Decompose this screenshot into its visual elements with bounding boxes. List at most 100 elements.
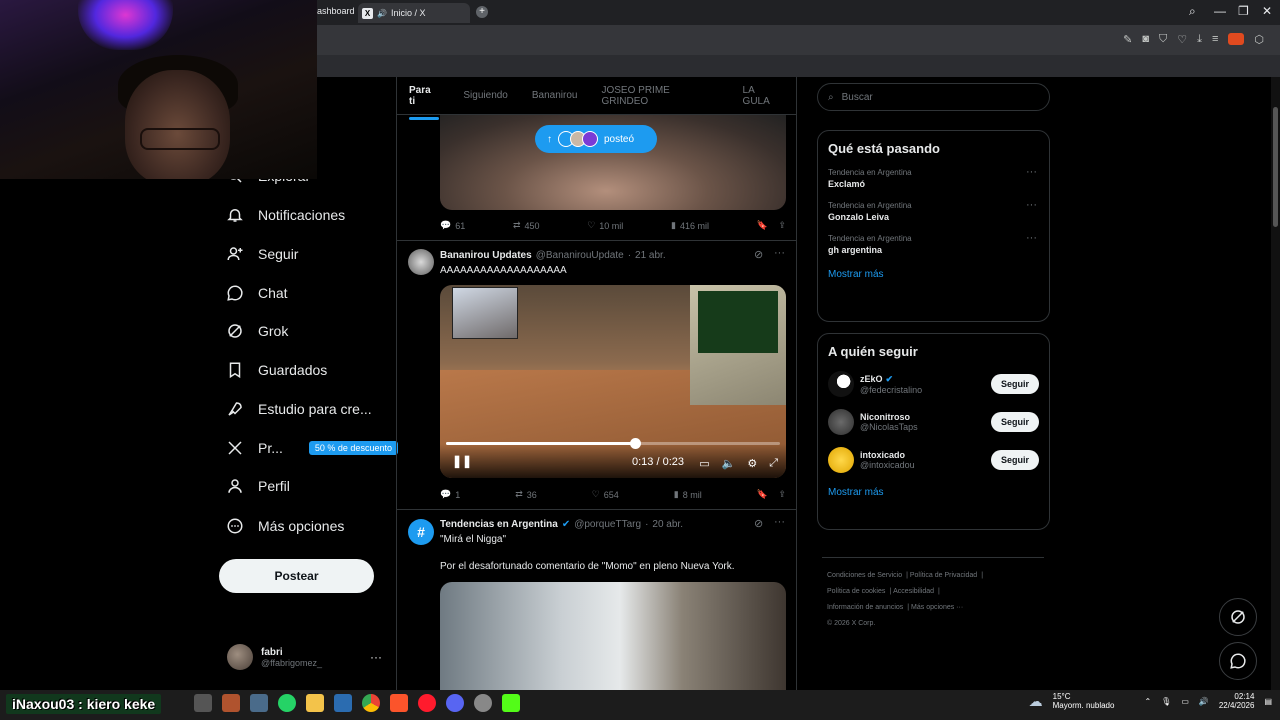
like-button[interactable]: ♡ 654 [592, 489, 619, 500]
new-posts-pill[interactable]: ↑ posteó [535, 125, 657, 153]
post-handle[interactable]: @porqueTTarg [574, 519, 641, 530]
clock[interactable]: 02:14 22/4/2026 [1219, 692, 1255, 710]
more-dots-icon[interactable]: ··· [1026, 232, 1037, 244]
minimize-button[interactable]: — [1214, 4, 1226, 18]
footer-link[interactable]: Información de anuncios [827, 604, 903, 611]
more-dots-icon[interactable]: ··· [1026, 199, 1037, 211]
repost-button[interactable]: ⇄ 450 [513, 220, 540, 231]
sidebar-item-perfil[interactable]: Perfil [226, 477, 290, 495]
network-icon[interactable]: ▭ [1181, 697, 1189, 706]
search-tabs-icon[interactable]: ⌕ [1189, 4, 1196, 19]
show-more-link[interactable]: Mostrar más [818, 261, 1049, 290]
app-icon[interactable] [474, 694, 492, 712]
page-scrollbar[interactable] [1271, 77, 1280, 690]
trend-item[interactable]: Tendencia en Argentina gh argentina ··· [818, 228, 1049, 261]
captions-icon[interactable]: ▭ [699, 457, 709, 470]
settings-icon[interactable] [250, 694, 268, 712]
whatsapp-icon[interactable] [278, 694, 296, 712]
repost-button[interactable]: ⇄ 36 [515, 489, 537, 500]
more-dots-icon[interactable]: ··· [370, 650, 382, 664]
hashtag-avatar-icon[interactable]: # [408, 519, 434, 545]
like-button[interactable]: ♡ 10 mil [587, 220, 623, 231]
grok-icon[interactable]: ⊘ [754, 517, 763, 530]
grok-fab-button[interactable] [1219, 598, 1257, 636]
post-media-image[interactable] [440, 582, 786, 690]
footer-link[interactable]: Accesibilidad [893, 588, 934, 595]
folder-icon[interactable] [306, 694, 324, 712]
scrollbar-thumb[interactable] [1273, 107, 1278, 227]
views-button[interactable]: ▮ 416 mil [671, 220, 709, 231]
new-tab-button[interactable]: + [476, 6, 488, 18]
menu-icon[interactable]: ≡ [1212, 33, 1218, 46]
follow-suggestion[interactable]: zEkO ✔ @fedecristalino Seguir [818, 365, 1049, 403]
shield-icon[interactable]: ⛉ [1159, 33, 1167, 46]
post-date[interactable]: 21 abr. [635, 250, 666, 261]
trend-item[interactable]: Tendencia en Argentina Exclamó ··· [818, 162, 1049, 195]
footer-link[interactable]: Política de cookies [827, 588, 885, 595]
tab-dashboard[interactable]: ashboard [317, 6, 355, 16]
grok-icon[interactable]: ⊘ [754, 248, 763, 261]
restore-button[interactable]: ❐ [1238, 4, 1249, 18]
edit-icon[interactable]: ✎ [1123, 33, 1132, 46]
trend-item[interactable]: Tendencia en Argentina Gonzalo Leiva ··· [818, 195, 1049, 228]
follow-suggestion[interactable]: intoxicado @intoxicadou Seguir [818, 441, 1049, 479]
reply-button[interactable]: 💬 1 [440, 489, 460, 500]
weather[interactable]: 15°C Mayorm. nublado [1053, 692, 1115, 710]
volume-icon[interactable]: 🔈 [722, 457, 736, 470]
share-icon[interactable]: ⇪ [778, 489, 786, 500]
sidebar-item-premium[interactable]: Pr... 50 % de descuento [226, 439, 398, 457]
tab-para-ti[interactable]: Para ti [397, 85, 451, 120]
kick-icon[interactable] [502, 694, 520, 712]
follow-button[interactable]: Seguir [990, 412, 1039, 432]
footer-link[interactable]: Política de Privacidad [910, 572, 977, 579]
pause-icon[interactable]: ❚❚ [452, 454, 472, 468]
download-icon[interactable]: ⤓ [1197, 33, 1202, 46]
weather-icon[interactable]: ☁ [1029, 693, 1043, 710]
avatar[interactable] [408, 249, 434, 275]
camera-icon[interactable]: ◙ [1142, 33, 1149, 46]
sidebar-item-grok[interactable]: Grok [226, 322, 288, 340]
microphone-icon[interactable]: 🎙 [1161, 697, 1171, 706]
post-button[interactable]: Postear [219, 559, 374, 593]
extension-icon[interactable] [1228, 33, 1245, 45]
tab-bananirou[interactable]: Bananirou [520, 90, 590, 101]
discord-icon[interactable] [446, 694, 464, 712]
post-author[interactable]: Tendencias en Argentina [440, 519, 558, 530]
sidebar-item-guardados[interactable]: Guardados [226, 361, 327, 379]
tab-la-gula[interactable]: LA GULA [731, 85, 796, 107]
more-dots-icon[interactable]: ··· [1026, 166, 1037, 178]
taskview-icon[interactable] [194, 694, 212, 712]
follow-button[interactable]: Seguir [990, 450, 1039, 470]
fullscreen-icon[interactable]: ⤢ [769, 457, 778, 470]
footer-link[interactable]: Condiciones de Servicio [827, 572, 902, 579]
reply-button[interactable]: 💬 61 [440, 220, 465, 231]
footer-link[interactable]: Más opciones ··· [911, 604, 963, 611]
share-icon[interactable]: ⇪ [778, 220, 786, 231]
video-player[interactable]: ❚❚ 0:13 / 0:23 ▭ 🔈 ⚙ ⤢ [440, 285, 786, 478]
sidebar-item-chat[interactable]: Chat [226, 284, 288, 302]
calculator-icon[interactable] [334, 694, 352, 712]
sidebar-item-seguir[interactable]: Seguir [226, 245, 298, 263]
tab-siguiendo[interactable]: Siguiendo [451, 90, 519, 101]
cube-icon[interactable]: ⬡ [1254, 33, 1264, 46]
chevron-up-icon[interactable]: ⌃ [1144, 697, 1151, 706]
show-more-link[interactable]: Mostrar más [818, 479, 1049, 508]
video-progress-bar[interactable] [446, 438, 780, 449]
sidebar-item-estudio[interactable]: Estudio para cre... [226, 400, 372, 418]
notification-icon[interactable]: ▤ [1264, 697, 1272, 706]
video-scrubber[interactable] [629, 438, 641, 449]
bookmark-button[interactable]: 🔖 ⇪ [757, 489, 786, 500]
tab-joseo[interactable]: JOSEO PRIME GRINDEO [589, 85, 730, 107]
account-switcher[interactable]: fabri @ffabrigomez_ ··· [227, 644, 382, 670]
follow-suggestion[interactable]: Niconitroso @NicolasTaps Seguir [818, 403, 1049, 441]
views-button[interactable]: ▮ 8 mil [674, 489, 702, 500]
bookmark-button[interactable]: 🔖 ⇪ [757, 220, 786, 231]
sidebar-item-mas-opciones[interactable]: Más opciones [226, 517, 344, 535]
more-dots-icon[interactable]: ··· [774, 247, 785, 259]
close-button[interactable]: ✕ [1262, 4, 1272, 18]
post-author[interactable]: Bananirou Updates [440, 250, 532, 261]
follow-button[interactable]: Seguir [990, 374, 1039, 394]
messages-fab-button[interactable] [1219, 642, 1257, 680]
post-handle[interactable]: @BananirouUpdate [536, 250, 624, 261]
settings-icon[interactable]: ⚙ [747, 457, 757, 470]
